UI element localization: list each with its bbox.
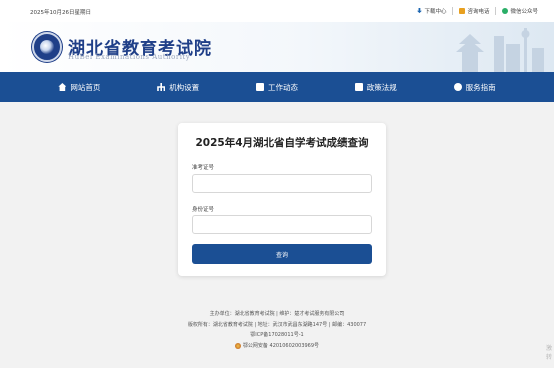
nav-work-news-label: 工作动态 [267, 82, 298, 92]
wechat-link[interactable]: 微信公众号 [502, 7, 538, 15]
download-icon [417, 8, 422, 14]
site-title-en: HuBei Examinations Authority [68, 53, 191, 61]
activation-watermark: 激 转 [546, 344, 552, 362]
wechat-label: 微信公众号 [510, 9, 538, 15]
site-header: 湖北省教育考试院 HuBei Examinations Authority [0, 22, 554, 72]
site-logo-emblem[interactable] [32, 32, 62, 62]
query-button[interactable]: 查询 [192, 244, 372, 264]
news-icon [255, 83, 264, 91]
divider [452, 7, 454, 15]
watermark-line-1: 激 [545, 345, 552, 352]
nav-service-guide-label: 服务指南 [465, 82, 496, 92]
wechat-icon [502, 8, 509, 14]
exam-id-input[interactable] [192, 174, 372, 193]
exam-id-label: 准考证号 [192, 165, 215, 171]
hotline-link[interactable]: 咨询电话 [459, 7, 489, 15]
phone-icon [459, 8, 466, 14]
site-footer: 主办单位：湖北省教育考试院 | 维护：楚才考试服务有限公司 版权所有：湖北省教育… [0, 309, 554, 351]
org-icon [157, 83, 166, 91]
id-card-input[interactable] [192, 215, 372, 234]
home-icon [58, 83, 67, 91]
police-badge-icon [234, 342, 241, 349]
emblem-globe-icon [40, 40, 54, 54]
footer-icp[interactable]: 鄂ICP备17028011号-1 [0, 330, 554, 341]
id-card-label: 身份证号 [192, 207, 215, 213]
nav-home[interactable]: 网站首页 [58, 82, 100, 93]
score-query-card: 2025年4月湖北省自学考试成绩查询 准考证号 身份证号 查询 [178, 123, 386, 276]
top-links: 下载中心 咨询电话 微信公众号 [410, 7, 538, 15]
page-title: 2025年4月湖北省自学考试成绩查询 [195, 137, 369, 149]
nav-organization-label: 机构设置 [169, 82, 200, 92]
law-icon [354, 83, 363, 91]
nav-work-news[interactable]: 工作动态 [255, 82, 298, 93]
skyline-decoration [456, 28, 544, 72]
nav-service-guide[interactable]: 服务指南 [453, 82, 496, 93]
download-center-link[interactable]: 下载中心 [416, 7, 446, 15]
footer-police-record[interactable]: 鄂公网安备 42010602003969号 [0, 341, 554, 352]
current-date: 2025年10月26日星期日 [30, 10, 91, 16]
guide-icon [453, 83, 462, 91]
nav-policies[interactable]: 政策法规 [354, 82, 397, 93]
top-info-bar: 2025年10月26日星期日 下载中心 咨询电话 微信公众号 [0, 0, 554, 22]
watermark-line-2: 转 [545, 354, 552, 361]
nav-policies-label: 政策法规 [366, 82, 397, 92]
hotline-label: 咨询电话 [467, 9, 490, 15]
main-nav: 网站首页 机构设置 工作动态 政策法规 服务指南 [0, 72, 554, 102]
divider [495, 7, 497, 15]
footer-sponsor: 主办单位：湖北省教育考试院 | 维护：楚才考试服务有限公司 [209, 311, 345, 317]
nav-organization[interactable]: 机构设置 [157, 82, 199, 93]
footer-copyright: 版权所有：湖北省教育考试院 | 地址：武汉市武昌东湖路147号 | 邮编：430… [187, 321, 367, 328]
footer-police-text: 鄂公网安备 42010602003969号 [242, 342, 320, 349]
nav-home-label: 网站首页 [70, 82, 101, 92]
download-center-label: 下载中心 [424, 9, 447, 15]
